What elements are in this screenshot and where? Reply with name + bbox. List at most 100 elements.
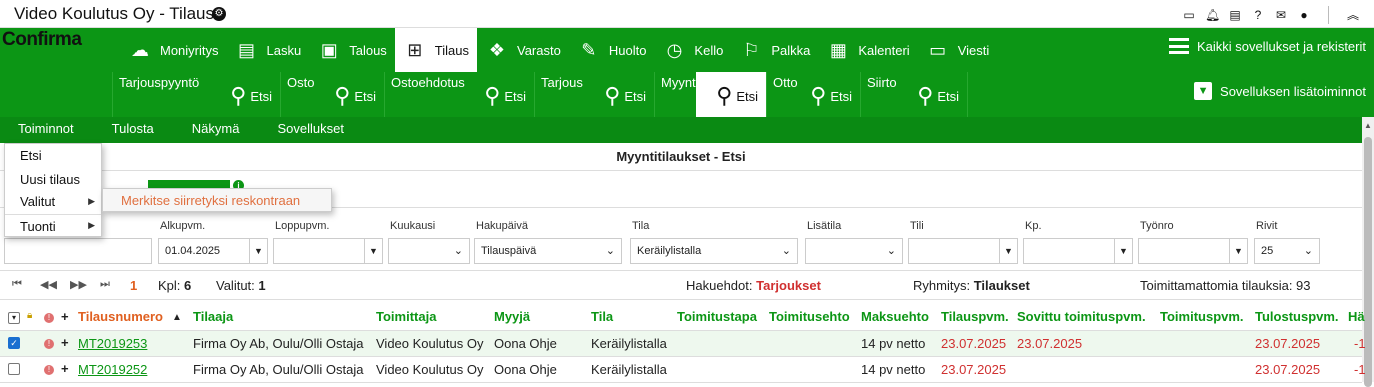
collapse-icon[interactable]: ︽ xyxy=(1346,8,1360,22)
col-toimitustapa[interactable]: Toimitustapa xyxy=(677,309,757,324)
subnav-search[interactable]: ⚲ Etsi xyxy=(230,85,272,107)
col-tulostuspvm[interactable]: Tulostuspvm. xyxy=(1255,309,1339,324)
help-icon[interactable]: ? xyxy=(1251,8,1265,22)
menu-item-uusi-tilaus[interactable]: Uusi tilaus xyxy=(20,172,80,187)
subnav-action: Etsi xyxy=(354,88,376,104)
subnav-search[interactable]: ⚲ Etsi xyxy=(334,85,376,107)
next-page-icon[interactable]: ▶▶ xyxy=(70,278,87,291)
subnav-tarjous[interactable]: Tarjous ⚲ Etsi xyxy=(534,72,654,118)
subnav-siirto[interactable]: Siirto ⚲ Etsi xyxy=(860,72,968,118)
subnav-osto[interactable]: Osto ⚲ Etsi xyxy=(280,72,384,118)
menu-item-tuonti[interactable]: Tuonti xyxy=(20,219,56,234)
menu-item-mark-transferred[interactable]: Merkitse siirretyksi reskontraan xyxy=(121,193,300,208)
col-toimituspvm[interactable]: Toimituspvm. xyxy=(1160,309,1244,324)
col-myyja[interactable]: Myyjä xyxy=(494,309,530,324)
first-page-icon[interactable]: ⏮ xyxy=(12,278,22,291)
extra-features-button[interactable]: ▼ Sovelluksen lisätoiminnot xyxy=(1194,82,1366,100)
col-tilaaja[interactable]: Tilaaja xyxy=(193,309,233,324)
dropdown-arrow-icon[interactable]: ▼ xyxy=(1229,239,1247,263)
nav-palkka[interactable]: ⚐ Palkka xyxy=(731,28,818,72)
table-row[interactable]: ! + MT2019252 Firma Oy Ab, Oulu/Olli Ost… xyxy=(0,357,1366,383)
col-sovittu-toimituspvm[interactable]: Sovittu toimituspvm. xyxy=(1017,309,1146,324)
expand-row-icon[interactable]: + xyxy=(61,335,69,350)
filter-label: Tili xyxy=(910,220,924,232)
subnav-search[interactable]: ⚲ Etsi xyxy=(810,85,852,107)
col-toimitusehto[interactable]: Toimitusehto xyxy=(769,309,850,324)
mail-icon[interactable]: ✉ xyxy=(1274,8,1288,22)
dropdown-arrow-icon[interactable]: ▼ xyxy=(999,239,1017,263)
nav-varasto[interactable]: ❖ Varasto xyxy=(477,28,569,72)
subnav-tarjouspyynto[interactable]: Tarjouspyyntö ⚲ Etsi xyxy=(112,72,280,118)
subnav-otto[interactable]: Otto ⚲ Etsi xyxy=(766,72,860,118)
col-tila[interactable]: Tila xyxy=(591,309,613,324)
news-icon[interactable]: ▤ xyxy=(1228,8,1242,22)
nav-huolto[interactable]: ✎ Huolto xyxy=(569,28,655,72)
subnav-search[interactable]: ⚲ Etsi xyxy=(484,85,526,107)
lisatila-select[interactable]: ⌄ xyxy=(805,238,903,264)
menu-toiminnot[interactable]: Toiminnot xyxy=(18,117,74,143)
col-extra[interactable]: Hä xyxy=(1348,309,1365,324)
alkupvm-field[interactable]: 01.04.2025 ▼ xyxy=(158,238,268,264)
col-tilauspvm[interactable]: Tilauspvm. xyxy=(941,309,1009,324)
col-tilausnumero[interactable]: Tilausnumero xyxy=(78,309,163,324)
dropdown-arrow-icon[interactable]: ▼ xyxy=(1114,239,1132,263)
subnav-search[interactable]: ⚲ Etsi xyxy=(604,85,646,107)
rivit-select[interactable]: 25 ⌄ xyxy=(1254,238,1320,264)
tili-field[interactable]: ▼ xyxy=(908,238,1018,264)
menu-sovellukset[interactable]: Sovellukset xyxy=(277,117,343,143)
hamburger-icon xyxy=(1168,38,1189,54)
order-number-link[interactable]: MT2019253 xyxy=(78,336,147,351)
last-page-icon[interactable]: ⏭ xyxy=(100,278,110,291)
nav-viesti[interactable]: ▭ Viesti xyxy=(918,28,998,72)
current-page[interactable]: 1 xyxy=(130,278,137,293)
filter-label: Tila xyxy=(632,220,650,232)
tila-select[interactable]: Keräilylistalla ⌄ xyxy=(630,238,798,264)
nav-kalenteri[interactable]: ▦ Kalenteri xyxy=(818,28,917,72)
select-all-checkbox[interactable]: ▾ xyxy=(8,312,20,324)
nav-lasku[interactable]: ▤ Lasku xyxy=(227,28,310,72)
row-checkbox[interactable]: ✓ xyxy=(8,337,20,349)
kp-field[interactable]: ▼ xyxy=(1023,238,1133,264)
sort-asc-icon[interactable]: ▲ xyxy=(172,312,182,323)
prev-page-icon[interactable]: ◀◀ xyxy=(40,278,57,291)
row-checkbox[interactable] xyxy=(8,363,20,375)
expand-all-icon[interactable]: + xyxy=(61,309,69,324)
free-text-input[interactable] xyxy=(4,238,152,264)
calendar-dropdown-icon[interactable]: ▼ xyxy=(249,239,267,263)
subnav-myynti-search[interactable]: ⚲ Etsi xyxy=(696,72,766,118)
subnav-ostoehdotus[interactable]: Ostoehdotus ⚲ Etsi xyxy=(384,72,534,118)
tyonro-field[interactable]: ▼ xyxy=(1138,238,1248,264)
user-icon[interactable]: ● xyxy=(1297,8,1311,22)
calendar-dropdown-icon[interactable]: ▼ xyxy=(364,239,382,263)
nav-moniyritys[interactable]: ☁ Moniyritys xyxy=(120,28,227,72)
order-number-link[interactable]: MT2019252 xyxy=(78,362,147,377)
scroll-up-icon[interactable]: ▲ xyxy=(1364,121,1372,130)
subnav-search[interactable]: ⚲ Etsi xyxy=(917,85,959,107)
subnav-myynti[interactable]: Myynti xyxy=(654,72,699,118)
subnav-label: Otto xyxy=(773,75,798,90)
table-row[interactable]: ✓ ! + MT2019253 Firma Oy Ab, Oulu/Olli O… xyxy=(0,331,1366,357)
cell-supplier: Video Koulutus Oy xyxy=(376,336,484,351)
nav-kello[interactable]: ◷ Kello xyxy=(654,28,731,72)
warning-icon: ! xyxy=(44,339,54,349)
nav-label: Tilaus xyxy=(434,42,469,58)
menu-nakyma[interactable]: Näkymä xyxy=(192,117,240,143)
subnav-action: Etsi xyxy=(736,88,758,104)
loppupvm-field[interactable]: ▼ xyxy=(273,238,383,264)
subnav-search[interactable]: ⚲ Etsi xyxy=(716,85,758,107)
menu-item-valitut[interactable]: Valitut xyxy=(20,194,55,209)
window-icon[interactable]: ▭ xyxy=(1182,8,1196,22)
menu-tulosta[interactable]: Tulosta xyxy=(112,117,154,143)
bell-icon[interactable]: 🔔︎ xyxy=(1205,8,1220,22)
nav-talous[interactable]: ▣ Talous xyxy=(309,28,395,72)
nav-tilaus[interactable]: ⊞ Tilaus xyxy=(394,28,477,72)
pager-bar: ⏮ ◀◀ ▶▶ ⏭ 1 Kpl: 6 Valitut: 1 Hakuehdot:… xyxy=(0,270,1362,300)
col-toimittaja[interactable]: Toimittaja xyxy=(376,309,436,324)
kuukausi-select[interactable]: ⌄ xyxy=(388,238,470,264)
col-maksuehto[interactable]: Maksuehto xyxy=(861,309,929,324)
menu-item-etsi[interactable]: Etsi xyxy=(20,148,42,163)
hakupaiva-select[interactable]: Tilauspäivä ⌄ xyxy=(474,238,622,264)
settings-gear-icon[interactable]: ⚙ xyxy=(212,7,226,21)
expand-row-icon[interactable]: + xyxy=(61,361,69,376)
all-apps-button[interactable]: Kaikki sovellukset ja rekisterit xyxy=(1168,38,1366,54)
